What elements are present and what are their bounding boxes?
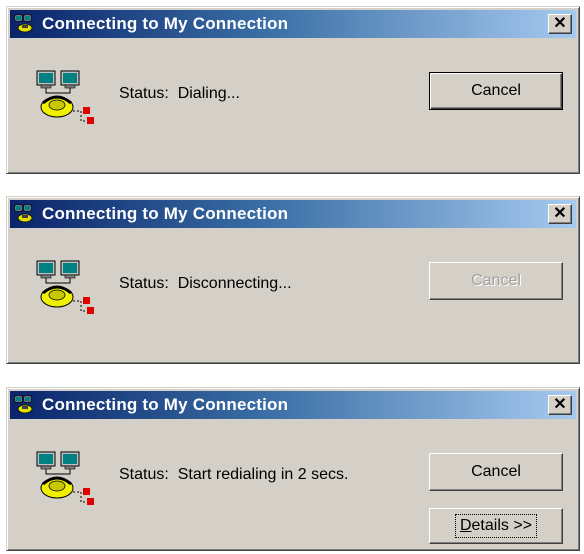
close-button[interactable]: ✕ (548, 14, 572, 34)
status-text: Status: Start redialing in 2 secs. (119, 466, 349, 483)
dialog-title: Connecting to My Connection (42, 204, 289, 223)
status-text: Status: Dialing... (119, 85, 240, 102)
network-connections-icon (14, 394, 36, 416)
status-text: Status: Disconnecting... (119, 275, 292, 292)
details-button[interactable]: Details >> (429, 508, 563, 544)
redialing-dialog: Connecting to My Connection ✕ Status: St… (6, 387, 580, 551)
close-icon: ✕ (553, 205, 567, 222)
disconnecting-dialog: Connecting to My Connection ✕ Status: Di… (6, 196, 580, 364)
dialing-dialog: Connecting to My Connection ✕ Status: Di… (6, 6, 580, 174)
dialog-title: Connecting to My Connection (42, 14, 289, 33)
title-bar[interactable]: Connecting to My Connection ✕ (10, 200, 576, 228)
title-bar[interactable]: Connecting to My Connection ✕ (10, 391, 576, 419)
cancel-button[interactable]: Cancel (429, 72, 563, 110)
close-icon: ✕ (553, 15, 567, 32)
details-label: etails >> (471, 517, 533, 534)
close-button[interactable]: ✕ (548, 204, 572, 224)
dialup-connection-icon (35, 450, 99, 508)
cancel-button[interactable]: Cancel (429, 453, 563, 491)
title-bar[interactable]: Connecting to My Connection ✕ (10, 10, 576, 38)
network-connections-icon (14, 203, 36, 225)
dialup-connection-icon (35, 259, 99, 317)
network-connections-icon (14, 13, 36, 35)
close-icon: ✕ (553, 396, 567, 413)
cancel-button[interactable]: Cancel (429, 262, 563, 300)
close-button[interactable]: ✕ (548, 395, 572, 415)
details-focus-rect: Details >> (454, 514, 538, 538)
dialup-connection-icon (35, 69, 99, 127)
dialog-title: Connecting to My Connection (42, 395, 289, 414)
details-mnemonic: D (459, 517, 472, 534)
